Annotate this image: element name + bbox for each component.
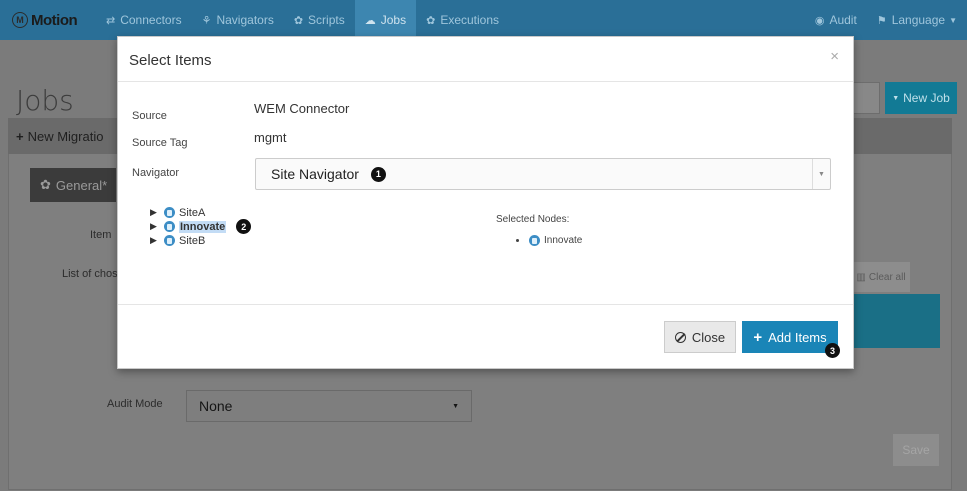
site-icon <box>529 235 540 246</box>
page-title: Jobs <box>16 84 74 117</box>
step-badge-3: 3 <box>825 343 840 358</box>
cloud-icon: ☁ <box>364 14 376 27</box>
navigator-value: Site Navigator <box>271 166 359 182</box>
bullet-icon <box>516 239 519 242</box>
job-search-input[interactable] <box>850 82 880 114</box>
plus-icon: + <box>16 128 24 144</box>
add-items-button[interactable]: + Add Items <box>742 321 838 353</box>
navigator-tree: ▶ SiteA ▶ Innovate 2 ▶ SiteB <box>150 206 252 248</box>
sitemap-icon: ⚘ <box>201 14 212 27</box>
clear-all-button[interactable]: ▥ Clear all <box>852 262 910 292</box>
gear-icon: ✿ <box>293 14 304 27</box>
item-label: Item <box>90 229 112 241</box>
source-value: WEM Connector <box>254 101 350 116</box>
brand-logo[interactable]: M Motion <box>0 12 96 29</box>
nav-connectors[interactable]: ⇄ Connectors <box>96 0 192 40</box>
nav-language[interactable]: ⚑ Language ▼ <box>867 0 967 40</box>
site-icon <box>164 235 175 246</box>
caret-down-icon: ▼ <box>452 402 459 410</box>
expand-arrow-icon[interactable]: ▶ <box>150 207 164 218</box>
drop-zone <box>852 294 940 348</box>
new-job-label: New Job <box>903 91 950 105</box>
caret-down-icon: ▼ <box>949 15 957 25</box>
eye-icon: ◉ <box>814 14 825 27</box>
nav-audit[interactable]: ◉ Audit <box>805 0 867 40</box>
trash-icon: ▥ <box>856 271 866 283</box>
close-button-label: Close <box>691 329 726 345</box>
new-job-button[interactable]: ▼ New Job <box>885 82 957 114</box>
save-button[interactable]: Save <box>893 434 939 466</box>
navigator-label: Navigator <box>132 167 180 179</box>
expand-arrow-icon[interactable]: ▶ <box>150 235 164 246</box>
tab-general[interactable]: ✿ General* <box>30 168 116 202</box>
nav-scripts-label: Scripts <box>308 13 345 27</box>
shuffle-icon: ⇄ <box>106 14 116 27</box>
tree-node-sitea[interactable]: ▶ SiteA <box>150 206 251 219</box>
nav-connectors-label: Connectors <box>120 13 182 27</box>
nav-scripts[interactable]: ✿ Scripts <box>284 0 355 40</box>
nav-jobs-label: Jobs <box>380 13 407 27</box>
audit-mode-select[interactable]: None ▼ <box>186 390 472 422</box>
site-icon <box>164 221 175 232</box>
selected-node-item: Innovate <box>516 235 582 246</box>
modal-footer-divider <box>118 304 853 305</box>
clear-all-label: Clear all <box>868 271 906 283</box>
list-label: List of chos <box>62 268 118 280</box>
nav-right-group: ◉ Audit ⚑ Language ▼ <box>805 0 967 40</box>
tree-node-label: SiteB <box>179 234 206 247</box>
brand-name: Motion <box>31 11 78 29</box>
selected-nodes-title: Selected Nodes: <box>496 214 570 225</box>
source-tag-label: Source Tag <box>132 137 188 149</box>
nav-language-label: Language <box>891 13 946 27</box>
nav-executions-label: Executions <box>440 13 500 27</box>
nav-audit-label: Audit <box>829 13 857 27</box>
expand-arrow-icon[interactable]: ▶ <box>150 221 164 232</box>
navigator-select[interactable]: Site Navigator 1 ▼ <box>255 158 831 190</box>
site-icon <box>164 207 175 218</box>
modal-header: Select Items × <box>118 37 853 82</box>
top-navbar: M Motion ⇄ Connectors ⚘ Navigators ✿ Scr… <box>0 0 967 40</box>
motion-logo-icon: M <box>12 12 28 28</box>
tree-node-label: SiteA <box>179 206 206 219</box>
panel-title: New Migratio <box>27 128 104 144</box>
close-button[interactable]: Close <box>664 321 736 353</box>
step-badge-1: 1 <box>370 166 386 182</box>
tree-node-siteb[interactable]: ▶ SiteB <box>150 234 251 247</box>
nav-jobs[interactable]: ☁ Jobs <box>354 0 417 40</box>
caret-down-icon: ▼ <box>892 94 900 102</box>
audit-mode-label: Audit Mode <box>107 398 163 410</box>
modal-title: Select Items <box>129 52 212 69</box>
ban-icon <box>674 331 686 343</box>
selected-node-label: Innovate <box>544 235 583 246</box>
source-label: Source <box>132 110 167 122</box>
nav-navigators-label: Navigators <box>216 13 274 27</box>
source-tag-value: mgmt <box>254 130 287 145</box>
tree-node-innovate[interactable]: ▶ Innovate 2 <box>150 219 252 234</box>
add-items-label: Add Items <box>768 329 827 345</box>
gear-icon: ✿ <box>40 177 51 192</box>
tab-general-label: General* <box>55 177 108 193</box>
gear-icon: ✿ <box>426 14 436 27</box>
select-items-modal: Select Items × Source WEM Connector Sour… <box>117 36 854 369</box>
audit-mode-value: None <box>199 398 233 414</box>
nav-navigators[interactable]: ⚘ Navigators <box>192 0 284 40</box>
nav-executions[interactable]: ✿ Executions <box>416 0 509 40</box>
step-badge-2: 2 <box>236 219 252 234</box>
plus-icon: + <box>753 328 763 346</box>
tree-node-label: Innovate <box>179 220 227 233</box>
flag-icon: ⚑ <box>876 14 887 27</box>
modal-close-icon[interactable]: × <box>830 48 839 65</box>
caret-down-icon: ▼ <box>812 159 830 189</box>
